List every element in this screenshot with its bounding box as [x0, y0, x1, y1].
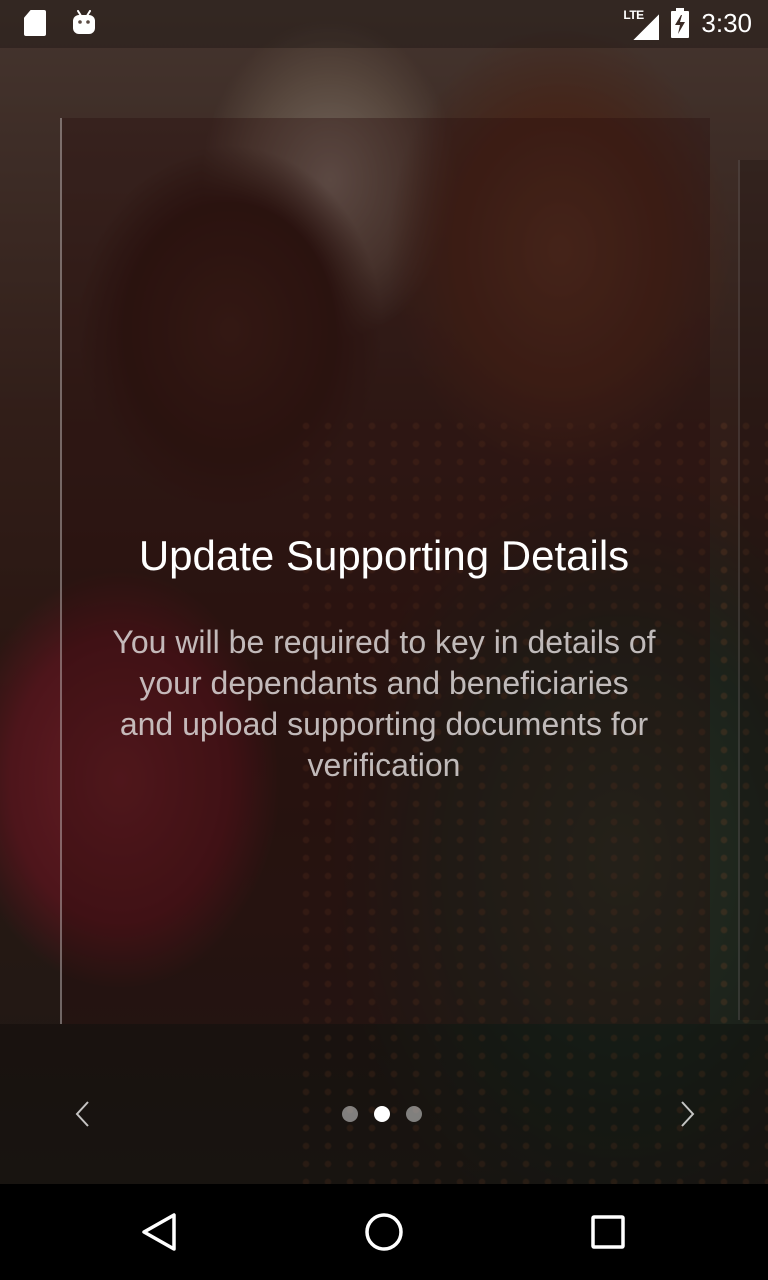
cellular-signal: LTE [623, 6, 660, 40]
previous-page-chevron-icon[interactable] [68, 1096, 98, 1132]
sd-card-icon [24, 10, 46, 36]
page-description: You will be required to key in details o… [112, 624, 656, 783]
onboarding-screen: LTE 3:30 Update Supporting Details You w… [0, 0, 768, 1280]
system-nav-bar [0, 1184, 768, 1280]
clock: 3:30 [701, 8, 752, 38]
next-page-peek [738, 160, 768, 1020]
page-dot-1[interactable] [342, 1106, 358, 1122]
page-indicator [342, 1106, 422, 1122]
page-dot-2-active[interactable] [374, 1106, 390, 1122]
page-title: Update Supporting Details [138, 532, 630, 579]
pager-band [0, 1024, 768, 1184]
home-icon[interactable] [360, 1208, 408, 1256]
network-type-label: LTE [623, 8, 644, 22]
page-dot-3[interactable] [406, 1106, 422, 1122]
android-icon [73, 10, 95, 34]
status-bar: LTE 3:30 [0, 0, 768, 48]
recent-apps-icon[interactable] [584, 1208, 632, 1256]
next-page-chevron-icon[interactable] [672, 1096, 702, 1132]
back-icon[interactable] [136, 1208, 184, 1256]
battery-charging-icon [671, 8, 690, 38]
onboarding-content: Update Supporting Details You will be re… [110, 528, 658, 786]
